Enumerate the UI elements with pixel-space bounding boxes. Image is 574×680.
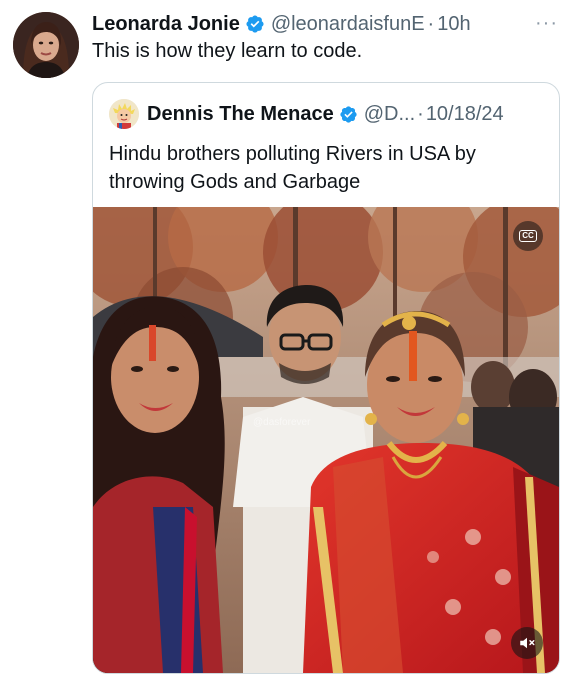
quoted-timestamp[interactable]: 10/18/24 (426, 103, 504, 126)
quoted-avatar-image (109, 99, 139, 129)
tweet-text: This is how they learn to code. (92, 40, 363, 62)
quoted-avatar[interactable] (109, 99, 139, 129)
quoted-author-name[interactable]: Dennis The Menace (147, 103, 334, 126)
verified-badge-icon (340, 105, 357, 123)
tweet-header: Leonarda Jonie @leonardaisfunE · 10h ··· (92, 10, 558, 38)
separator-dot: · (427, 12, 435, 35)
timestamp[interactable]: 10h (437, 13, 470, 36)
speaker-glyph (520, 637, 535, 649)
separator-dot: · (417, 102, 424, 125)
quoted-tweet-header: Dennis The Menace @D... · 10/18/24 (109, 97, 543, 131)
tweet[interactable]: Leonarda Jonie @leonardaisfunE · 10h ···… (0, 0, 574, 680)
avatar-image (13, 12, 79, 78)
quoted-tweet[interactable]: Dennis The Menace @D... · 10/18/24 Hindu… (92, 82, 560, 674)
cc-label: CC (519, 230, 537, 242)
verified-badge-icon (246, 15, 264, 33)
quoted-author-handle[interactable]: @D... (364, 103, 415, 126)
video-watermark: @dasforever (253, 417, 311, 428)
muted-speaker-icon[interactable] (511, 627, 543, 659)
closed-captions-icon[interactable]: CC (513, 221, 543, 251)
more-icon[interactable]: ··· (535, 12, 558, 35)
author-handle[interactable]: @leonardaisfunE (271, 13, 425, 36)
video-frame (93, 207, 559, 673)
quoted-tweet-text: Hindu brothers polluting Rivers in USA b… (109, 143, 476, 193)
author-name[interactable]: Leonarda Jonie (92, 13, 240, 36)
video-player[interactable]: @dasforever CC (93, 207, 559, 673)
avatar[interactable] (13, 12, 79, 78)
